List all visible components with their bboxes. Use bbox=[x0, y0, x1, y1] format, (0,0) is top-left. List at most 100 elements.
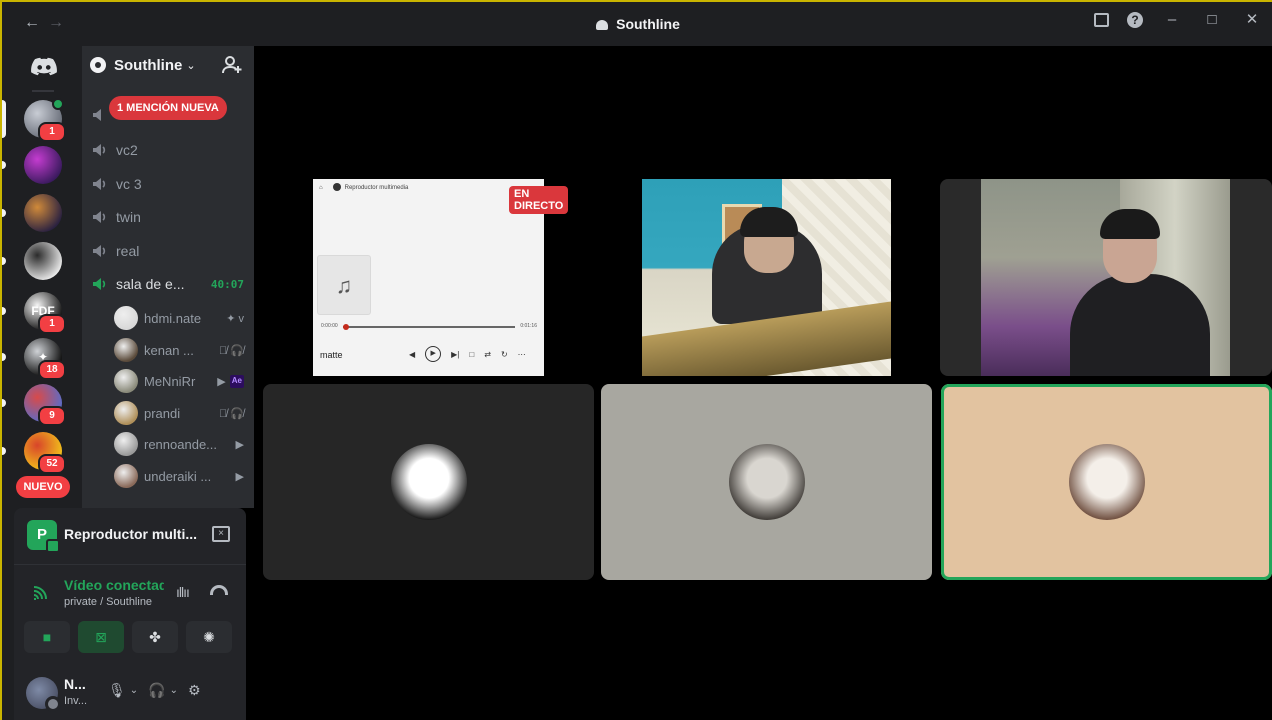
server-icon-7[interactable]: 9 bbox=[24, 384, 66, 426]
voice-status-title[interactable]: Vídeo conectad bbox=[64, 577, 164, 593]
new-unreads-pill[interactable]: NUEVO bbox=[16, 476, 70, 498]
audio-options-chevron-icon[interactable]: ⌄ bbox=[170, 685, 178, 696]
noise-suppression-icon[interactable]: ıllıı bbox=[176, 584, 190, 600]
participant-tile-1[interactable] bbox=[263, 384, 594, 580]
voice-member[interactable]: hdmi.nate ✦ v bbox=[114, 304, 244, 332]
mention-badge: 9 bbox=[38, 406, 66, 426]
webcam-tile-1[interactable] bbox=[642, 179, 891, 376]
speaker-icon bbox=[90, 242, 108, 260]
voice-member[interactable]: underaiki ... ▶ bbox=[114, 462, 244, 490]
server-icon-1[interactable]: 1 bbox=[24, 98, 66, 142]
server-indicator-pill bbox=[2, 100, 6, 138]
discord-logo-icon bbox=[31, 57, 57, 76]
voice-channel[interactable]: twin bbox=[90, 202, 246, 232]
mic-options-chevron-icon[interactable]: ⌄ bbox=[130, 685, 138, 696]
new-mention-pill[interactable]: 1 MENCIÓN NUEVA bbox=[109, 96, 227, 120]
server-indicator-pill bbox=[2, 257, 6, 265]
member-status-icons: ✦ v bbox=[226, 312, 244, 325]
server-icon-5[interactable]: FDF 1 bbox=[24, 292, 66, 334]
member-status-icons: 🎙̸ 🎧̸ bbox=[219, 344, 244, 357]
live-badge: EN DIRECTO bbox=[509, 186, 569, 214]
speaker-icon bbox=[90, 175, 108, 193]
screen-share-button[interactable]: ⊠ bbox=[78, 621, 124, 653]
guild-header[interactable]: Southline ⌄ bbox=[82, 46, 254, 84]
server-indicator-pill bbox=[2, 353, 6, 361]
server-indicator-pill bbox=[2, 307, 6, 315]
time-end: 0:01:16 bbox=[520, 323, 537, 329]
voice-member[interactable]: kenan ... 🎙̸ 🎧̸ bbox=[114, 336, 244, 364]
stop-icon: □ bbox=[469, 349, 475, 359]
voice-channel[interactable]: vc 3 bbox=[90, 169, 246, 199]
server-indicator-pill bbox=[2, 447, 6, 455]
help-icon[interactable]: ? bbox=[1127, 12, 1143, 28]
minimize-icon[interactable]: – bbox=[1164, 12, 1180, 28]
speaker-icon bbox=[90, 208, 108, 226]
repeat-icon: ↻ bbox=[500, 349, 508, 359]
home-button[interactable] bbox=[24, 50, 64, 84]
maximize-icon[interactable]: □ bbox=[1204, 12, 1220, 28]
channel-name: vc2 bbox=[116, 142, 138, 158]
member-avatar bbox=[114, 401, 138, 425]
activity-panel: P Reproductor multi... × bbox=[14, 508, 246, 564]
inbox-icon[interactable] bbox=[1094, 13, 1109, 27]
app-icon: P bbox=[27, 520, 60, 553]
close-window-icon[interactable]: ✕ bbox=[1244, 12, 1260, 28]
server-icon-2[interactable] bbox=[24, 146, 62, 184]
call-timer: 40:07 bbox=[210, 277, 244, 291]
voice-member[interactable]: rennoande... ▶ bbox=[114, 430, 244, 458]
screen-share-tile[interactable]: ⌂ Reproductor multimedia ♫ 0:00:00 0:01:1… bbox=[313, 179, 569, 376]
headphones-icon[interactable]: 🎧 bbox=[148, 682, 165, 699]
disconnect-icon[interactable] bbox=[210, 585, 228, 595]
member-name: prandi bbox=[144, 405, 181, 421]
participant-tile-2[interactable] bbox=[601, 384, 932, 580]
soundboard-button[interactable]: ✺ bbox=[186, 621, 232, 653]
server-icon-8[interactable]: 52 bbox=[24, 432, 66, 474]
camera-button[interactable]: ■ bbox=[24, 621, 70, 653]
mention-badge: 52 bbox=[38, 454, 66, 474]
participant-avatar-1 bbox=[390, 444, 467, 520]
member-avatar bbox=[114, 432, 138, 456]
server-icon-3[interactable] bbox=[24, 194, 62, 232]
stop-stream-icon[interactable]: × bbox=[212, 526, 230, 542]
track-name: matte bbox=[320, 350, 343, 360]
person-shirt bbox=[1070, 274, 1210, 376]
play-icon: ▶ bbox=[425, 346, 442, 362]
mention-badge: 1 bbox=[38, 122, 66, 142]
participant-tile-3[interactable] bbox=[941, 384, 1272, 580]
server-icon-4[interactable] bbox=[24, 242, 62, 280]
speaker-icon bbox=[90, 106, 108, 124]
add-member-icon[interactable] bbox=[222, 55, 242, 75]
voice-channel[interactable]: sala de e... 40:07 bbox=[90, 269, 246, 299]
voice-channel-path[interactable]: private / Southline bbox=[64, 596, 152, 608]
activity-app-name: Reproductor multi... bbox=[64, 526, 197, 542]
voice-channel[interactable]: real bbox=[90, 236, 246, 266]
server-indicator-pill bbox=[2, 161, 6, 169]
guild-name: Southline bbox=[114, 56, 183, 74]
shuffle-icon: ⇄ bbox=[484, 349, 491, 359]
next-icon: ▶| bbox=[451, 349, 460, 359]
signal-icon[interactable] bbox=[32, 585, 50, 601]
member-avatar bbox=[114, 338, 138, 362]
player-title: Reproductor multimedia bbox=[344, 185, 409, 191]
server-icon-6[interactable]: ✦ 18 bbox=[24, 338, 66, 380]
user-avatar[interactable] bbox=[26, 677, 61, 712]
member-status-glyphs: 🎙̸ 🎧̸ bbox=[218, 344, 244, 357]
channel-name: vc 3 bbox=[116, 176, 142, 192]
member-status-glyphs: ▶ bbox=[235, 438, 244, 451]
player-progress: 0:00:00 0:01:16 bbox=[321, 323, 537, 333]
voice-member[interactable]: prandi 🎙̸ 🎧̸ bbox=[114, 399, 244, 427]
settings-gear-icon[interactable]: ⚙ bbox=[188, 682, 201, 699]
user-panel: N... Inv... 🎙 ⌄ 🎧 ⌄ ⚙ bbox=[14, 668, 246, 720]
member-status-icons: ▶ bbox=[236, 470, 244, 483]
activities-button[interactable]: ✤ bbox=[132, 621, 178, 653]
webcam-tile-2[interactable] bbox=[940, 179, 1272, 376]
voice-member[interactable]: MeNniRr ▶ Ae bbox=[114, 367, 244, 395]
voice-channel[interactable]: vc2 bbox=[90, 135, 246, 165]
member-avatar bbox=[114, 464, 138, 488]
progress-knob bbox=[343, 324, 349, 330]
microphone-icon[interactable]: 🎙 bbox=[108, 682, 126, 699]
member-name: underaiki ... bbox=[144, 468, 212, 484]
channel-name: real bbox=[116, 243, 140, 259]
user-name[interactable]: N... bbox=[64, 676, 86, 692]
window-title: Southline bbox=[2, 16, 1272, 32]
